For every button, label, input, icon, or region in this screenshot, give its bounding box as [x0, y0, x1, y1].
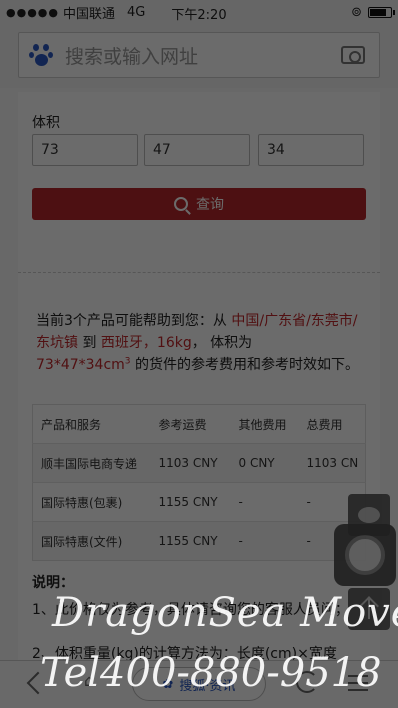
header-cell: 其他费用 — [238, 417, 287, 432]
network-label: 4G — [127, 4, 146, 20]
volume-text: ， 体积为 — [191, 335, 253, 351]
status-bar: ●●●●● 中国联通 4G 下午2:20 ⊚ — [0, 0, 398, 24]
camera-icon[interactable] — [341, 46, 365, 64]
result-summary: 当前3个产品可能帮助到您：从 中国/广东省/东莞市/东坑镇 到 西班牙，16kg… — [36, 310, 370, 376]
weight-text: 16kg — [156, 335, 192, 351]
table-cell: 国际特惠(文件) — [32, 521, 151, 561]
query-button-label: 查询 — [196, 197, 224, 213]
search-icon — [174, 197, 188, 211]
assistive-touch-button[interactable] — [334, 524, 396, 586]
table-row[interactable]: 国际特惠(包裹) 1155 CNY - - — [32, 482, 366, 522]
divider — [18, 272, 380, 273]
table-cell: 1103 CN — [298, 443, 366, 483]
price-table: 产品和服务 参考运费 其他费用 总费用 顺丰国际电商专递 1103 CNY 0 … — [32, 404, 366, 561]
search-placeholder: 搜索或输入网址 — [65, 45, 199, 68]
destination-text: 西班牙 — [100, 335, 143, 351]
table-row[interactable]: 顺丰国际电商专递 1103 CNY 0 CNY 1103 CN — [32, 443, 366, 483]
table-cell: - — [230, 521, 299, 561]
watermark-line-2: Tel400-880-9518 — [40, 650, 382, 696]
result-prefix: 当前3个产品可能帮助到您：从 — [36, 313, 232, 329]
table-cell: 1103 CNY — [150, 443, 231, 483]
height-input[interactable]: 34 — [258, 134, 364, 166]
baidu-paw-icon — [29, 44, 53, 66]
clock: 下午2:20 — [171, 8, 227, 23]
table-cell: 1155 CNY — [150, 482, 231, 522]
battery-icon — [368, 6, 395, 18]
search-input[interactable]: 搜索或输入网址 — [18, 32, 380, 78]
comma-text: ， — [142, 335, 157, 351]
header-cell: 产品和服务 — [41, 417, 102, 432]
carrier-label: 中国联通 — [63, 6, 116, 22]
browser-page: ●●●●● 中国联通 4G 下午2:20 ⊚ 搜索或输入网址 体积 73 47 … — [0, 0, 398, 708]
query-button[interactable]: 查询 — [32, 188, 366, 220]
watermark-line-1: DragonSea Moves — [52, 590, 398, 636]
rotation-lock-icon: ⊚ — [351, 4, 362, 20]
result-suffix: 的货件的参考费用和参考时效如下。 — [130, 357, 359, 373]
table-cell: 1155 CNY — [150, 521, 231, 561]
result-to: 到 — [78, 335, 101, 351]
width-input[interactable]: 47 — [144, 134, 250, 166]
table-cell: - — [230, 482, 299, 522]
dims-text: 73*47*34cm — [36, 357, 125, 373]
table-header-row: 产品和服务 参考运费 其他费用 总费用 — [33, 405, 366, 444]
header-cell: 总费用 — [306, 417, 343, 432]
table-cell: 0 CNY — [230, 443, 299, 483]
table-cell: 国际特惠(包裹) — [32, 482, 151, 522]
browser-search-bar: 搜索或输入网址 — [0, 24, 398, 88]
header-cell: 参考运费 — [158, 417, 207, 432]
signal-icon: ●●●●● — [6, 5, 59, 19]
notes-title: 说明： — [32, 575, 74, 591]
length-input[interactable]: 73 — [32, 134, 138, 166]
chat-icon — [358, 507, 380, 523]
table-cell: 顺丰国际电商专递 — [32, 443, 151, 483]
assistive-touch-icon — [345, 535, 385, 575]
table-row[interactable]: 国际特惠(文件) 1155 CNY - - — [32, 521, 366, 561]
volume-label: 体积 — [32, 115, 60, 131]
